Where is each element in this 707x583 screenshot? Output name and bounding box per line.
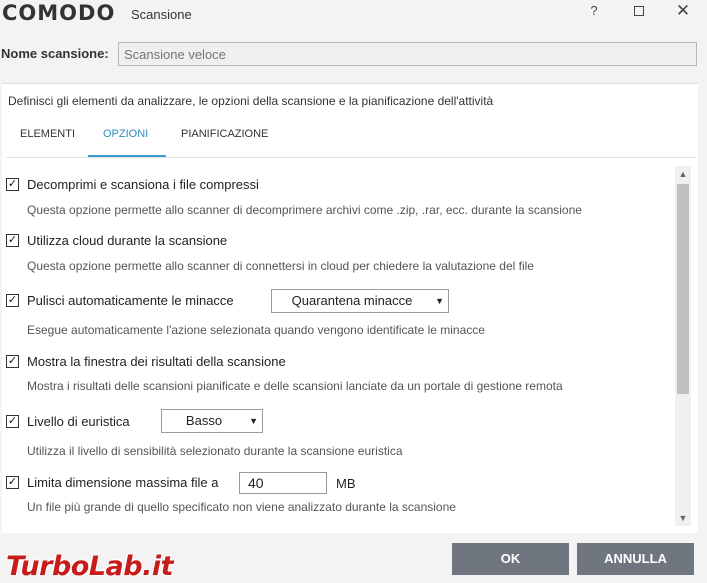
heuristics-level-select[interactable]: Basso ▼ (161, 409, 263, 433)
option-description: Mostra i risultati delle scansioni piani… (27, 379, 563, 393)
comodo-logo: COMODO (2, 1, 116, 25)
option-description: Utilizza il livello di sensibilità selez… (27, 444, 403, 458)
option-label[interactable]: Utilizza cloud durante la scansione (27, 233, 227, 248)
tab-elementi[interactable]: ELEMENTI (20, 128, 75, 140)
max-size-input[interactable] (239, 472, 327, 494)
help-icon[interactable]: ? (579, 1, 609, 23)
option-label[interactable]: Pulisci automaticamente le minacce (27, 293, 234, 308)
close-icon[interactable]: ✕ (668, 1, 698, 23)
tab-divider (6, 157, 696, 158)
cancel-button[interactable]: ANNULLA (577, 543, 694, 575)
scrollbar-thumb[interactable] (677, 184, 689, 394)
option-description: Un file più grande di quello specificato… (27, 500, 456, 514)
heuristics-level-value: Basso (185, 413, 223, 428)
options-scrollbar[interactable]: ▲ ▼ (675, 166, 691, 526)
option-label[interactable]: Livello di euristica (27, 414, 130, 429)
title-bar: COMODO Scansione ? ✕ (0, 0, 707, 30)
option-label[interactable]: Decomprimi e scansiona i file compressi (27, 177, 259, 192)
option-label[interactable]: Mostra la finestra dei risultati della s… (27, 354, 286, 369)
maximize-icon[interactable] (624, 1, 654, 23)
scan-name-label: Nome scansione: (1, 46, 109, 61)
tab-opzioni[interactable]: OPZIONI (103, 128, 148, 140)
option-description: Questa opzione permette allo scanner di … (27, 259, 534, 273)
size-unit-label: MB (336, 476, 356, 491)
ok-button[interactable]: OK (452, 543, 569, 575)
window-title: Scansione (131, 7, 192, 22)
chevron-down-icon: ▼ (249, 416, 258, 426)
cloud-checkbox[interactable]: ✓ (6, 234, 19, 247)
chevron-down-icon: ▼ (435, 296, 444, 306)
turbolab-watermark: TurboLab.it (6, 551, 174, 582)
decompress-checkbox[interactable]: ✓ (6, 178, 19, 191)
show-results-checkbox[interactable]: ✓ (6, 355, 19, 368)
option-description: Questa opzione permette allo scanner di … (27, 203, 582, 217)
tab-pianificazione[interactable]: PIANIFICAZIONE (181, 128, 268, 140)
max-size-checkbox[interactable]: ✓ (6, 476, 19, 489)
threat-action-select[interactable]: Quarantena minacce ▼ (271, 289, 449, 313)
threat-action-value: Quarantena minacce (291, 293, 413, 308)
scroll-up-icon[interactable]: ▲ (675, 166, 691, 182)
heuristics-checkbox[interactable]: ✓ (6, 415, 19, 428)
scroll-down-icon[interactable]: ▼ (675, 510, 691, 526)
auto-clean-checkbox[interactable]: ✓ (6, 294, 19, 307)
scan-name-input[interactable] (118, 42, 697, 66)
option-label[interactable]: Limita dimensione massima file a (27, 475, 218, 490)
option-description: Esegue automaticamente l'azione selezion… (27, 323, 485, 337)
panel-description: Definisci gli elementi da analizzare, le… (8, 94, 494, 108)
